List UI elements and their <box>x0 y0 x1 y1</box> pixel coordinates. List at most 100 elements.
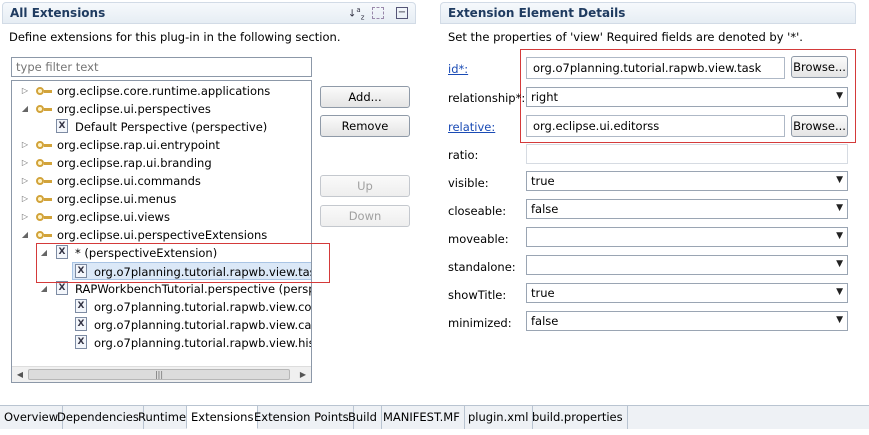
collapse-all-icon[interactable]: − <box>396 7 408 19</box>
up-button[interactable]: Up <box>320 175 410 197</box>
minimized-label: minimized: <box>448 316 512 330</box>
tab-manifest[interactable]: MANIFEST.MF <box>379 406 465 429</box>
tab-extension-points[interactable]: Extension Points <box>250 406 354 429</box>
id-label-link[interactable]: id*: <box>448 62 468 76</box>
tree-item[interactable]: X org.o7planning.tutorial.rapwb.view.con… <box>12 298 311 316</box>
expand-twisty-icon[interactable]: ▷ <box>20 211 30 223</box>
chevron-down-icon[interactable]: ▼ <box>836 315 843 325</box>
tree-item[interactable]: ▷ org.eclipse.core.runtime.applications <box>12 82 311 100</box>
moveable-label: moveable: <box>448 232 509 246</box>
sort-icon[interactable]: ↓az <box>348 6 364 21</box>
tree-item-label: org.eclipse.rap.ui.entrypoint <box>57 138 220 152</box>
relative-field[interactable]: org.eclipse.ui.editorss <box>526 115 785 137</box>
visible-select[interactable]: true ▼ <box>526 171 848 191</box>
plugin-icon <box>36 193 52 205</box>
tree-item-label: org.o7planning.tutorial.rapwb.view.categ <box>94 318 312 332</box>
visible-value: true <box>531 174 555 188</box>
closeable-label: closeable: <box>448 204 507 218</box>
chevron-down-icon[interactable]: ▼ <box>836 259 843 269</box>
element-icon: X <box>75 299 87 313</box>
remove-button[interactable]: Remove <box>320 115 410 137</box>
ratio-field[interactable] <box>526 144 848 164</box>
closeable-select[interactable]: false ▼ <box>526 199 848 219</box>
browse-relative-button[interactable]: Browse... <box>791 115 848 137</box>
details-header: Extension Element Details <box>440 2 856 24</box>
chevron-down-icon[interactable]: ▼ <box>836 175 843 185</box>
expand-twisty-icon[interactable]: ▷ <box>20 157 30 169</box>
relative-label-link[interactable]: relative: <box>448 120 495 134</box>
standalone-label: standalone: <box>448 260 516 274</box>
tree-item[interactable]: ◢ org.eclipse.ui.perspectiveExtensions <box>12 226 311 244</box>
tree-item[interactable]: ▷ org.eclipse.ui.menus <box>12 190 311 208</box>
chevron-down-icon[interactable]: ▼ <box>836 203 843 213</box>
filter-input[interactable] <box>11 57 312 77</box>
id-field[interactable]: org.o7planning.tutorial.rapwb.view.task <box>526 57 785 79</box>
section-title: Extension Element Details <box>448 6 626 20</box>
tree-item-label: org.eclipse.core.runtime.applications <box>57 84 271 98</box>
left-description: Define extensions for this plug-in in th… <box>9 30 341 44</box>
tree-item-label: org.eclipse.ui.perspectives <box>57 102 211 116</box>
down-button[interactable]: Down <box>320 205 410 227</box>
editor-tab-bar: Overview Dependencies Runtime Extensions… <box>0 405 869 429</box>
collapse-twisty-icon[interactable]: ◢ <box>20 103 30 115</box>
expand-twisty-icon[interactable]: ▷ <box>20 193 30 205</box>
tree-item-label: org.eclipse.ui.perspectiveExtensions <box>57 228 268 242</box>
tree-item-label: org.eclipse.rap.ui.branding <box>57 156 212 170</box>
tab-runtime[interactable]: Runtime <box>134 406 192 429</box>
minimized-select[interactable]: false ▼ <box>526 311 848 331</box>
browse-id-button[interactable]: Browse... <box>791 56 848 78</box>
chevron-down-icon[interactable]: ▼ <box>836 91 843 101</box>
section-title: All Extensions <box>10 6 106 20</box>
tree-item[interactable]: X Default Perspective (perspective) <box>12 118 311 136</box>
chevron-down-icon[interactable]: ▼ <box>836 231 843 241</box>
tree-item[interactable]: ▷ org.eclipse.rap.ui.branding <box>12 154 311 172</box>
tree-item[interactable]: ▷ org.eclipse.ui.views <box>12 208 311 226</box>
plugin-icon <box>36 229 52 241</box>
tree-item[interactable]: X org.o7planning.tutorial.rapwb.view.his… <box>12 334 311 352</box>
moveable-select[interactable]: ▼ <box>526 227 848 247</box>
collapse-twisty-icon[interactable]: ◢ <box>39 283 49 295</box>
element-icon: X <box>56 281 68 295</box>
element-icon: X <box>75 317 87 331</box>
tree-item[interactable]: ▷ org.eclipse.rap.ui.entrypoint <box>12 136 311 154</box>
expand-twisty-icon[interactable]: ▷ <box>20 85 30 97</box>
element-icon: X <box>75 335 87 349</box>
tree-item-label: org.eclipse.ui.commands <box>57 174 201 188</box>
tree-item[interactable]: ▷ org.eclipse.ui.commands <box>12 172 311 190</box>
tab-build[interactable]: Build <box>344 406 382 429</box>
scroll-thumb[interactable]: ||| <box>28 369 290 380</box>
collapse-twisty-icon[interactable]: ◢ <box>20 229 30 241</box>
tree-item-label: Default Perspective (perspective) <box>75 120 268 134</box>
expand-all-icon[interactable] <box>372 7 384 19</box>
tree-item-label: org.o7planning.tutorial.rapwb.view.histo… <box>94 336 312 350</box>
tree-item[interactable]: X org.o7planning.tutorial.rapwb.view.cat… <box>12 316 311 334</box>
ratio-label: ratio: <box>448 148 479 162</box>
relationship-value: right <box>531 90 559 104</box>
horizontal-scrollbar[interactable]: ◀ ||| ▶ <box>12 366 311 382</box>
tab-extensions[interactable]: Extensions <box>186 406 259 429</box>
tab-plugin-xml[interactable]: plugin.xml <box>464 406 534 429</box>
add-button[interactable]: Add... <box>320 86 410 108</box>
tab-dependencies[interactable]: Dependencies <box>53 406 144 429</box>
showtitle-value: true <box>531 286 555 300</box>
all-extensions-header: All Extensions ↓az − <box>2 2 416 24</box>
plugin-icon <box>36 157 52 169</box>
scroll-left-icon[interactable]: ◀ <box>13 369 27 381</box>
expand-twisty-icon[interactable]: ▷ <box>20 175 30 187</box>
tree-item[interactable]: ◢ org.eclipse.ui.perspectives <box>12 100 311 118</box>
scroll-right-icon[interactable]: ▶ <box>296 369 310 381</box>
standalone-select[interactable]: ▼ <box>526 255 848 275</box>
tab-build-properties[interactable]: build.properties <box>528 406 628 429</box>
plugin-icon <box>36 139 52 151</box>
showtitle-label: showTitle: <box>448 288 507 302</box>
chevron-down-icon[interactable]: ▼ <box>836 287 843 297</box>
tree-item-label: RAPWorkbenchTutorial.perspective (perspe… <box>75 282 312 296</box>
closeable-value: false <box>531 202 559 216</box>
expand-twisty-icon[interactable]: ▷ <box>20 139 30 151</box>
visible-label: visible: <box>448 176 489 190</box>
relationship-select[interactable]: right ▼ <box>526 87 848 107</box>
element-icon: X <box>56 119 68 133</box>
showtitle-select[interactable]: true ▼ <box>526 283 848 303</box>
tree-item-label: org.eclipse.ui.menus <box>57 192 177 206</box>
extensions-tree[interactable]: ▷ org.eclipse.core.runtime.applications … <box>11 80 312 383</box>
